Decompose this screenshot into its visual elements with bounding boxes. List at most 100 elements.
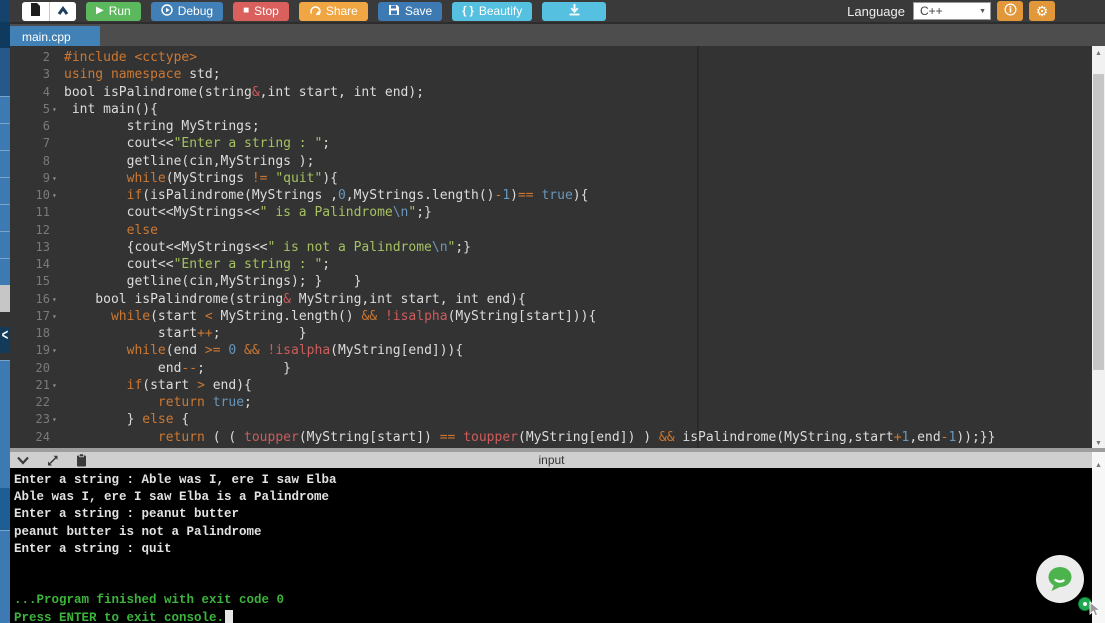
fold-gutter: [50, 84, 64, 101]
sidebar-collapsed-item[interactable]: [0, 231, 10, 258]
sidebar-collapsed-item[interactable]: [0, 0, 10, 22]
gear-icon: ⚙: [1036, 4, 1049, 18]
chevron-down-icon: [16, 455, 30, 466]
console-scrollbar[interactable]: ▲: [1092, 452, 1105, 623]
code-line[interactable]: 2#include <cctype>: [10, 49, 1092, 66]
console-output[interactable]: Enter a string : Able was I, ere I saw E…: [10, 468, 1105, 623]
save-button[interactable]: Save: [378, 2, 442, 21]
code-line[interactable]: 19▾ while(end >= 0 && !isalpha(MyString[…: [10, 342, 1092, 359]
code-text: while(MyStrings != "quit"){: [64, 170, 1092, 187]
code-line[interactable]: 16▾ bool isPalindrome(string& MyString,i…: [10, 291, 1092, 308]
code-text: getline(cin,MyStrings); } }: [64, 273, 1092, 290]
fold-marker-icon[interactable]: ▾: [50, 308, 64, 325]
fold-marker-icon[interactable]: ▾: [50, 170, 64, 187]
editor-scrollbar-thumb[interactable]: [1093, 74, 1104, 370]
stop-button[interactable]: ■ Stop: [233, 2, 289, 21]
beautify-button[interactable]: { } Beautify: [452, 2, 532, 21]
toolbar-right: Language C++ ▼ ⚙: [847, 1, 1055, 21]
fold-marker-icon[interactable]: ▾: [50, 342, 64, 359]
fold-marker-icon[interactable]: ▾: [50, 377, 64, 394]
clipboard-button[interactable]: [75, 453, 88, 467]
code-line[interactable]: 3using namespace std;: [10, 66, 1092, 83]
code-line[interactable]: 12 else: [10, 222, 1092, 239]
fold-marker-icon[interactable]: ▾: [50, 291, 64, 308]
code-line[interactable]: 11 cout<<MyStrings<<" is a Palindrome\n"…: [10, 204, 1092, 221]
clipboard-icon: [75, 453, 88, 467]
sidebar-collapsed-item[interactable]: [0, 150, 10, 177]
line-number: 10: [10, 187, 50, 204]
tab-bar: main.cpp: [0, 22, 1105, 46]
code-line[interactable]: 9▾ while(MyStrings != "quit"){: [10, 170, 1092, 187]
scroll-up-icon[interactable]: ▲: [1092, 460, 1105, 472]
info-button[interactable]: [997, 1, 1023, 21]
code-text: cout<<"Enter a string : ";: [64, 256, 1092, 273]
code-line[interactable]: 4bool isPalindrome(string&,int start, in…: [10, 84, 1092, 101]
code-line[interactable]: 15 getline(cin,MyStrings); } }: [10, 273, 1092, 290]
code-line[interactable]: 21▾ if(start > end){: [10, 377, 1092, 394]
code-line[interactable]: 10▾ if(isPalindrome(MyStrings ,0,MyStrin…: [10, 187, 1092, 204]
code-line[interactable]: 5▾ int main(){: [10, 101, 1092, 118]
fold-gutter: [50, 153, 64, 170]
fold-marker-icon[interactable]: ▾: [50, 101, 64, 118]
code-line[interactable]: 23▾ } else {: [10, 411, 1092, 428]
run-button[interactable]: ▶ Run: [86, 2, 141, 21]
new-file-button[interactable]: [22, 2, 49, 21]
caret-down-icon: ▼: [979, 8, 986, 15]
share-button[interactable]: Share: [299, 2, 368, 21]
code-line[interactable]: 7 cout<<"Enter a string : ";: [10, 135, 1092, 152]
sidebar-collapse-button[interactable]: <: [0, 328, 10, 345]
chat-button[interactable]: [1036, 555, 1084, 603]
code-line[interactable]: 13 {cout<<MyStrings<<" is not a Palindro…: [10, 239, 1092, 256]
sidebar-collapsed-item[interactable]: [0, 96, 10, 123]
code-line[interactable]: 17▾ while(start < MyString.length() && !…: [10, 308, 1092, 325]
language-select[interactable]: C++ ▼: [913, 2, 991, 20]
code-editor[interactable]: 2#include <cctype>3using namespace std;4…: [10, 46, 1092, 448]
fold-gutter: [50, 273, 64, 290]
sidebar-collapsed-item[interactable]: [0, 360, 10, 488]
sidebar-collapsed-item[interactable]: [0, 177, 10, 204]
settings-button[interactable]: ⚙: [1029, 1, 1055, 21]
code-text: while(start < MyString.length() && !isal…: [64, 308, 1092, 325]
line-number: 2: [10, 49, 50, 66]
upload-button[interactable]: [49, 2, 76, 21]
code-text: bool isPalindrome(string& MyString,int s…: [64, 291, 1092, 308]
fold-marker-icon[interactable]: ▾: [50, 411, 64, 428]
fold-marker-icon[interactable]: ▾: [50, 187, 64, 204]
sidebar-collapsed-item[interactable]: [0, 204, 10, 231]
code-line[interactable]: 14 cout<<"Enter a string : ";: [10, 256, 1092, 273]
code-line[interactable]: 18 start++; }: [10, 325, 1092, 342]
collapse-console-button[interactable]: [16, 455, 30, 466]
sidebar-collapsed-item[interactable]: [0, 285, 10, 312]
code-line[interactable]: 24 return ( ( toupper(MyString[start]) =…: [10, 429, 1092, 446]
code-line[interactable]: 20 end--; }: [10, 360, 1092, 377]
sidebar-collapsed-item[interactable]: [0, 312, 10, 327]
expand-console-button[interactable]: [46, 454, 59, 467]
download-button[interactable]: [542, 2, 606, 21]
save-icon: [388, 4, 400, 19]
code-line[interactable]: 22 return true;: [10, 394, 1092, 411]
sidebar-collapsed-item[interactable]: [0, 48, 10, 75]
language-label: Language: [847, 4, 905, 19]
debug-button[interactable]: Debug: [151, 2, 223, 21]
sidebar-collapsed-item[interactable]: [0, 530, 10, 623]
sidebar-collapsed-item[interactable]: [0, 258, 10, 285]
console-line: Able was I, ere I saw Elba is a Palindro…: [14, 489, 1105, 506]
line-number: 5: [10, 101, 50, 118]
sidebar-collapsed-item[interactable]: [0, 123, 10, 150]
code-line[interactable]: 6 string MyStrings;: [10, 118, 1092, 135]
line-number: 12: [10, 222, 50, 239]
sidebar-collapsed-item[interactable]: [0, 488, 10, 530]
fold-gutter: [50, 135, 64, 152]
sidebar-collapsed-item[interactable]: [0, 353, 10, 360]
sidebar-collapsed-item[interactable]: [0, 22, 10, 48]
editor-scrollbar[interactable]: ▲ ▼: [1092, 46, 1105, 452]
code-line[interactable]: 8 getline(cin,MyStrings );: [10, 153, 1092, 170]
code-text: using namespace std;: [64, 66, 1092, 83]
tab-main-cpp[interactable]: main.cpp: [10, 26, 100, 48]
line-number: 7: [10, 135, 50, 152]
line-number: 6: [10, 118, 50, 135]
code-text: } else {: [64, 411, 1092, 428]
scroll-up-icon[interactable]: ▲: [1092, 48, 1105, 60]
download-icon: [568, 3, 581, 19]
sidebar-collapsed-item[interactable]: [0, 75, 10, 96]
